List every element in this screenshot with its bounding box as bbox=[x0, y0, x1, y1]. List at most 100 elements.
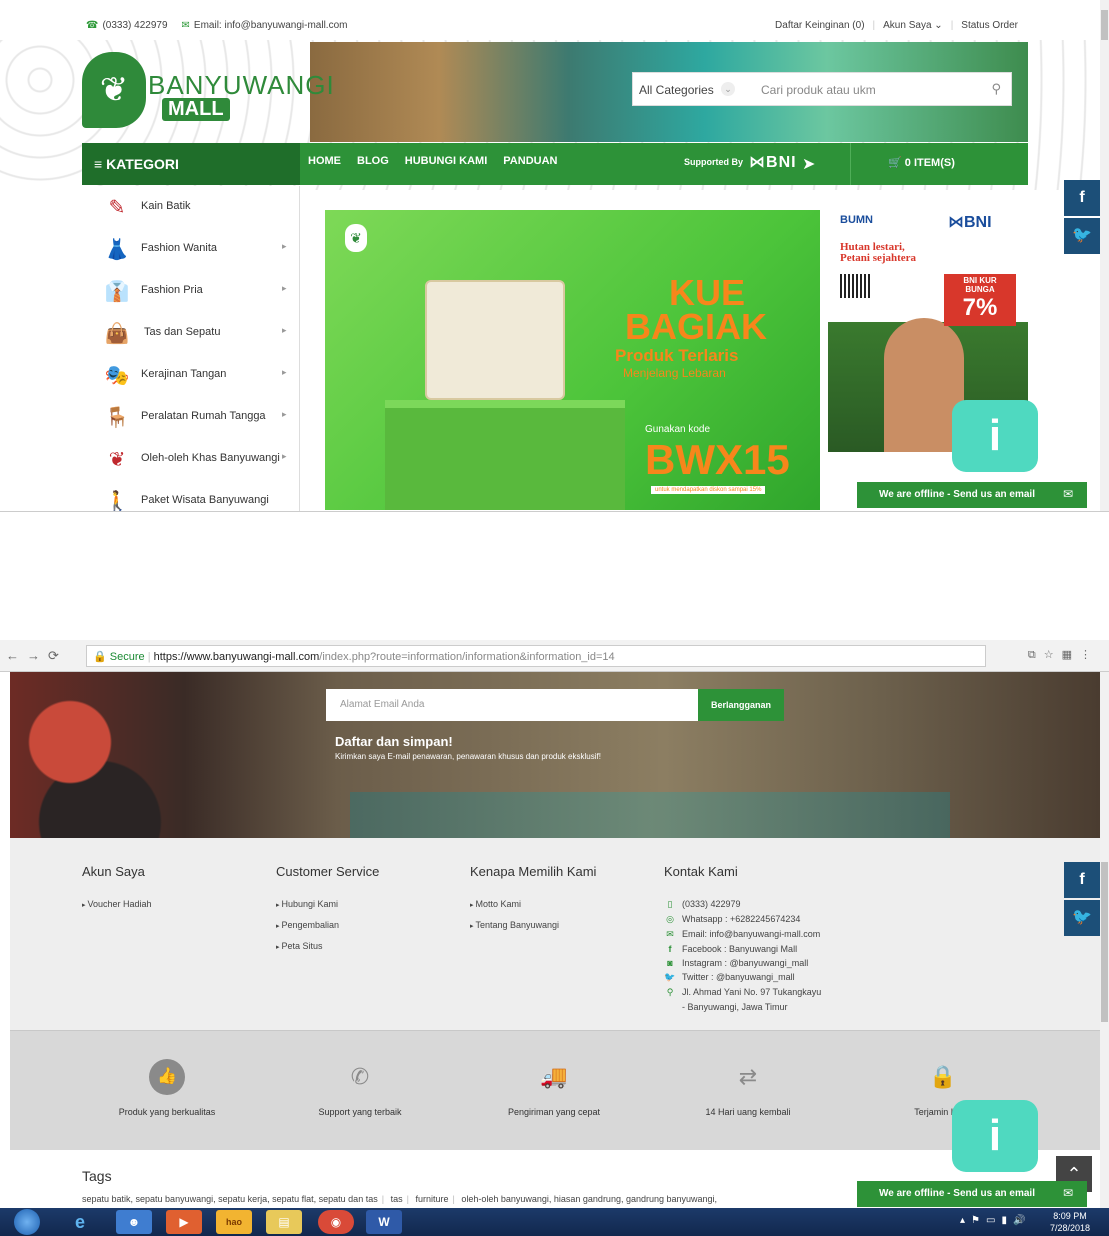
account-link[interactable]: Akun Saya ⌄ bbox=[883, 20, 943, 31]
newsletter-email-input[interactable]: Alamat Email Anda bbox=[326, 689, 700, 721]
tag-link[interactable]: oleh-oleh banyuwangi, hiasan gandrung, g… bbox=[461, 1194, 717, 1204]
divider: | bbox=[147, 651, 151, 663]
hao-app-icon[interactable]: hao bbox=[216, 1210, 252, 1234]
scrollbar-thumb[interactable] bbox=[1101, 862, 1108, 1022]
tag-list: sepatu batik, sepatu banyuwangi, sepatu … bbox=[82, 1194, 718, 1204]
contact-twitter[interactable]: 🐦 Twitter : @banyuwangi_mall bbox=[664, 972, 821, 983]
thumbs-up-icon: 👍 bbox=[149, 1059, 185, 1095]
contact-facebook[interactable]: f Facebook : Banyuwangi Mall bbox=[664, 944, 821, 954]
nav-home[interactable]: HOME bbox=[308, 155, 341, 167]
hamburger-icon: ≡ bbox=[94, 156, 103, 172]
sidebar-item-tas-sepatu[interactable]: 👜 Tas dan Sepatu ▸ bbox=[82, 312, 300, 354]
footer-links: Akun Saya Voucher Hadiah Customer Servic… bbox=[10, 838, 1100, 1030]
app-icon[interactable]: ☻ bbox=[116, 1210, 152, 1234]
sidebar-item-kerajinan-tangan[interactable]: 🎭 Kerajinan Tangan ▸ bbox=[82, 354, 300, 396]
scrollbar[interactable] bbox=[1100, 0, 1109, 511]
start-button-icon[interactable] bbox=[14, 1209, 40, 1235]
contact-email[interactable]: ✉ Email: info@banyuwangi-mall.com bbox=[664, 929, 821, 940]
chevron-down-icon[interactable]: ⌄ bbox=[721, 82, 735, 96]
network-icon[interactable]: ▭ bbox=[986, 1215, 1001, 1226]
extension-icon[interactable]: ▦ bbox=[1062, 649, 1080, 661]
wishlist-link[interactable]: Daftar Keinginan (0) bbox=[775, 20, 865, 31]
twitter-share-button[interactable]: 🐦 bbox=[1064, 218, 1100, 254]
translate-icon[interactable]: ⧉ bbox=[1028, 649, 1044, 661]
nav-blog[interactable]: BLOG bbox=[357, 155, 389, 167]
browser-toolbar: ←→⟳ 🔒 Secure | https://www.banyuwangi-ma… bbox=[0, 640, 1109, 672]
secure-label: Secure bbox=[109, 651, 145, 663]
volume-icon[interactable]: 🔊 bbox=[1013, 1215, 1031, 1226]
footer-col-akun: Akun Saya Voucher Hadiah bbox=[82, 864, 152, 920]
menu-icon[interactable]: ⋮ bbox=[1080, 649, 1099, 661]
sidebar-item-paket-wisata[interactable]: 🚶 Paket Wisata Banyuwangi bbox=[82, 480, 300, 511]
bumn-logo: BUMN bbox=[840, 214, 873, 226]
clock[interactable]: 8:09 PM 7/28/2018 bbox=[1050, 1210, 1090, 1234]
chevron-right-icon: ▸ bbox=[282, 367, 287, 377]
footer-link-pengembalian[interactable]: Pengembalian bbox=[276, 920, 379, 930]
hero-banner-kue-bagiak[interactable]: ❦ KUE BAGIAK Produk Terlaris Menjelang L… bbox=[325, 210, 820, 510]
envelope-icon: ✉ bbox=[1062, 1186, 1073, 1200]
footer-heading: Customer Service bbox=[276, 864, 380, 879]
facebook-share-button[interactable]: f bbox=[1064, 862, 1100, 898]
signal-icon[interactable]: ▮ bbox=[1001, 1215, 1013, 1226]
nav-panduan[interactable]: PANDUAN bbox=[503, 155, 557, 167]
star-icon[interactable]: ☆ bbox=[1044, 649, 1062, 661]
tag-link[interactable]: furniture bbox=[415, 1194, 448, 1204]
category-menu-toggle[interactable]: ≡ KATEGORI bbox=[82, 143, 300, 185]
offline-chat-bar[interactable]: We are offline - Send us an email ✉ bbox=[857, 1181, 1087, 1207]
file-explorer-icon[interactable]: ▤ bbox=[266, 1210, 302, 1234]
newsletter-subtitle: Kirimkan saya E-mail penawaran, penawara… bbox=[335, 752, 601, 761]
facebook-share-button[interactable]: f bbox=[1064, 180, 1100, 216]
internet-explorer-icon[interactable]: e bbox=[62, 1210, 98, 1234]
top-contact-bar: ☎ (0333) 422979 ✉ Email: info@banyuwangi-m… bbox=[0, 14, 1100, 38]
facebook-icon: f bbox=[1079, 871, 1085, 888]
flag-icon[interactable]: ⚑ bbox=[971, 1215, 986, 1226]
sidebar-item-oleh-oleh[interactable]: ❦ Oleh-oleh Khas Banyuwangi ▸ bbox=[82, 438, 300, 480]
subscribe-button[interactable]: Berlangganan bbox=[698, 689, 784, 721]
back-icon[interactable]: ← bbox=[6, 648, 27, 663]
system-tray: ▴⚑▭▮🔊 bbox=[960, 1215, 1031, 1226]
tag-link[interactable]: tas bbox=[391, 1194, 403, 1204]
email-info[interactable]: ✉ Email: info@banyuwangi-mall.com bbox=[182, 20, 348, 31]
phone-info: ☎ (0333) 422979 bbox=[86, 20, 168, 31]
chevron-right-icon: ▸ bbox=[282, 325, 287, 335]
search-bar: All Categories ⌄ Cari produk atau ukm ⚲ bbox=[632, 72, 1012, 106]
show-hidden-icon[interactable]: ▴ bbox=[960, 1215, 971, 1226]
phone-24h-icon: ✆ bbox=[350, 1064, 370, 1089]
chevron-down-icon: ⌄ bbox=[934, 20, 943, 31]
info-chat-bubble-icon[interactable]: i bbox=[952, 1100, 1038, 1172]
contact-instagram[interactable]: ◙ Instagram : @banyuwangi_mall bbox=[664, 958, 821, 968]
tag-link[interactable]: sepatu batik, sepatu banyuwangi, sepatu … bbox=[82, 1194, 378, 1204]
scrollbar-thumb[interactable] bbox=[1101, 10, 1108, 40]
sidebar-item-fashion-wanita[interactable]: 👗 Fashion Wanita ▸ bbox=[82, 228, 300, 270]
footer-link-motto[interactable]: Motto Kami bbox=[470, 899, 596, 909]
main-navbar: ≡ KATEGORI HOME BLOG HUBUNGI KAMI PANDUA… bbox=[82, 143, 1028, 185]
nav-hubungi-kami[interactable]: HUBUNGI KAMI bbox=[405, 155, 488, 167]
hero-subtitle-2: Menjelang Lebaran bbox=[623, 366, 726, 380]
media-player-icon[interactable]: ▶ bbox=[166, 1210, 202, 1234]
address-bar[interactable]: 🔒 Secure | https://www.banyuwangi-mall.c… bbox=[86, 645, 986, 667]
sidebar-item-fashion-pria[interactable]: 👔 Fashion Pria ▸ bbox=[82, 270, 300, 312]
twitter-share-button[interactable]: 🐦 bbox=[1064, 900, 1100, 936]
reload-icon[interactable]: ⟳ bbox=[48, 648, 67, 663]
scrollbar[interactable] bbox=[1100, 672, 1109, 1208]
footer-link-voucher[interactable]: Voucher Hadiah bbox=[82, 899, 151, 909]
sidebar-item-kain-batik[interactable]: ✎ Kain Batik bbox=[82, 186, 300, 228]
search-icon[interactable]: ⚲ bbox=[991, 81, 1001, 97]
search-category-select[interactable]: All Categories bbox=[639, 83, 714, 97]
forward-icon[interactable]: → bbox=[27, 648, 48, 663]
divider: | bbox=[872, 20, 876, 31]
word-icon[interactable]: W bbox=[366, 1210, 402, 1234]
search-input[interactable]: Cari produk atau ukm bbox=[761, 83, 876, 97]
bni-mark-icon: ⋈ bbox=[749, 154, 767, 171]
chrome-icon[interactable]: ◉ bbox=[318, 1210, 354, 1234]
info-chat-bubble-icon[interactable]: i bbox=[952, 400, 1038, 472]
order-status-link[interactable]: Status Order bbox=[961, 20, 1018, 31]
whatsapp-icon: ◎ bbox=[666, 914, 674, 924]
footer-link-tentang[interactable]: Tentang Banyuwangi bbox=[470, 920, 596, 930]
site-logo[interactable]: ❦ BANYUWANGI MALL bbox=[82, 52, 334, 132]
offline-chat-bar[interactable]: We are offline - Send us an email ✉ bbox=[857, 482, 1087, 508]
footer-link-hubungi[interactable]: Hubungi Kami bbox=[276, 899, 379, 909]
cart-button[interactable]: 🛒 0 ITEM(S) bbox=[888, 156, 955, 169]
sidebar-item-peralatan-rumah-tangga[interactable]: 🪑 Peralatan Rumah Tangga ▸ bbox=[82, 396, 300, 438]
footer-link-peta-situs[interactable]: Peta Situs bbox=[276, 941, 379, 951]
